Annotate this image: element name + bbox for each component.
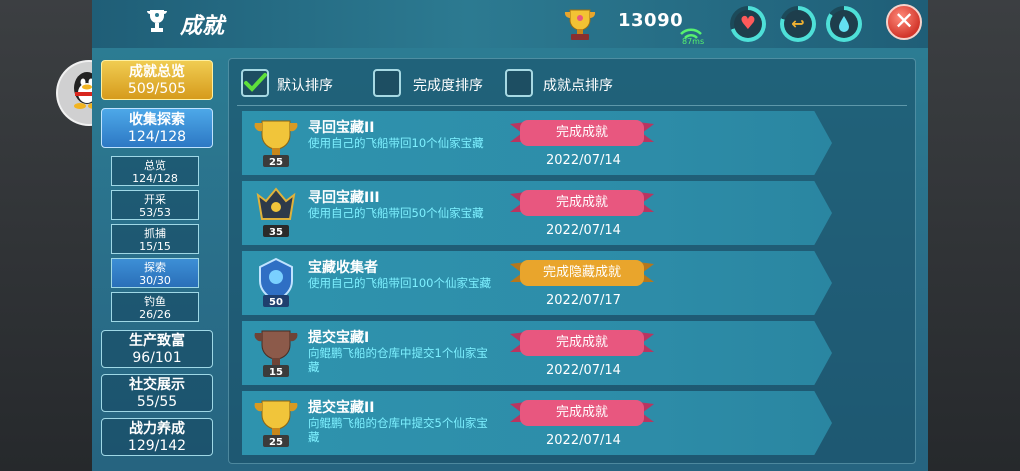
blue-crest-badge-icon: 50: [259, 257, 293, 308]
category-overview-button[interactable]: 成就总览 509/505: [101, 60, 213, 100]
sort-completion-label[interactable]: 完成度排序: [413, 75, 483, 95]
achievement-row[interactable]: 25 提交宝藏II 向鲲鹏飞船的仓库中提交5个仙家宝藏 完成成就 2022/07…: [242, 391, 832, 455]
sub-tab-count: 53/53: [139, 206, 171, 219]
sort-points-label[interactable]: 成就点排序: [543, 75, 613, 95]
health-ring[interactable]: ♥: [730, 6, 766, 42]
water-drop-icon: [830, 10, 858, 38]
status-text: 完成隐藏成就: [542, 265, 621, 280]
sub-tab-label: 开采: [144, 193, 166, 206]
category-power-button[interactable]: 战力养成 129/142: [101, 418, 213, 456]
sub-tab-count: 124/128: [132, 172, 178, 185]
achievement-cup-icon: [564, 9, 596, 40]
category-label: 成就总览: [129, 64, 185, 80]
gold-trophy-icon: 25: [254, 120, 298, 168]
status-banner: 完成成就: [510, 398, 654, 428]
completion-date: 2022/07/14: [546, 153, 621, 168]
category-count: 124/128: [127, 129, 187, 145]
sub-tab-count: 30/30: [139, 274, 171, 287]
sub-tab-fishing[interactable]: 钓鱼 26/26: [111, 292, 199, 322]
check-icon: [244, 73, 267, 92]
achievement-panel: 默认排序 完成度排序 成就点排序 25 寻回宝藏II 使用自己的飞船带回10个仙…: [228, 58, 916, 464]
status-text: 完成成就: [555, 335, 608, 350]
ping-value: 87ms: [682, 37, 705, 46]
status-text: 完成成就: [555, 195, 608, 210]
sub-tab-label: 探索: [144, 261, 166, 274]
achievement-desc: 使用自己的飞船带回10个仙家宝藏: [308, 136, 484, 150]
achievement-name: 提交宝藏II: [308, 400, 375, 416]
game-screen: 成就 13090 87ms ♥ ↩ ✕ 成就总览 509/505 收集探索 12…: [92, 0, 928, 471]
category-label: 社交展示: [129, 377, 185, 393]
divider: [237, 105, 907, 106]
sub-tab-mining[interactable]: 开采 53/53: [111, 190, 199, 220]
achievement-desc: 向鲲鹏飞船的仓库中提交5个仙家宝藏: [308, 416, 488, 444]
completion-date: 2022/07/14: [546, 363, 621, 378]
achievement-name: 寻回宝藏II: [308, 120, 375, 136]
dark-crown-badge-icon: 35: [256, 187, 296, 238]
sort-default-checkbox[interactable]: [241, 69, 269, 97]
achievement-desc: 向鲲鹏飞船的仓库中提交1个仙家宝藏: [308, 346, 488, 374]
category-count: 129/142: [127, 438, 187, 454]
sub-tab-label: 总览: [144, 159, 166, 172]
sort-points-checkbox[interactable]: [505, 69, 533, 97]
badge-level: 15: [269, 367, 283, 378]
trophy-icon: [147, 10, 167, 32]
status-banner: 完成成就: [510, 328, 654, 358]
achievement-points: 13090: [618, 10, 684, 31]
badge-level: 50: [269, 297, 283, 308]
heart-icon: ♥: [734, 10, 762, 38]
achievement-row[interactable]: 50 宝藏收集者 使用自己的飞船带回100个仙家宝藏 完成隐藏成就 2022/0…: [242, 251, 832, 315]
sub-tab-label: 钓鱼: [144, 295, 166, 308]
completion-date: 2022/07/17: [546, 293, 621, 308]
badge-level: 25: [269, 437, 283, 448]
status-banner-hidden: 完成隐藏成就: [510, 258, 654, 288]
sub-tab-count: 15/15: [139, 240, 171, 253]
status-banner: 完成成就: [510, 188, 654, 218]
sub-tab-overview[interactable]: 总览 124/128: [111, 156, 199, 186]
achievement-name: 提交宝藏I: [308, 330, 370, 346]
category-count: 55/55: [136, 394, 178, 410]
category-count: 96/101: [132, 350, 182, 366]
achievement-row[interactable]: 25 寻回宝藏II 使用自己的飞船带回10个仙家宝藏 完成成就 2022/07/…: [242, 111, 832, 175]
status-banner: 完成成就: [510, 118, 654, 148]
achievement-desc: 使用自己的飞船带回100个仙家宝藏: [308, 276, 491, 290]
category-label: 生产致富: [129, 333, 185, 349]
sub-tab-count: 26/26: [139, 308, 171, 321]
sub-tab-label: 抓捕: [144, 227, 166, 240]
completion-date: 2022/07/14: [546, 223, 621, 238]
category-count: 509/505: [127, 81, 187, 97]
water-ring[interactable]: [826, 6, 862, 42]
achievement-row[interactable]: 15 提交宝藏I 向鲲鹏飞船的仓库中提交1个仙家宝藏 完成成就 2022/07/…: [242, 321, 832, 385]
gold-trophy-icon: 25: [254, 400, 298, 448]
category-collect-button[interactable]: 收集探索 124/128: [101, 108, 213, 148]
stamina-ring[interactable]: ↩: [780, 6, 816, 42]
close-button[interactable]: ✕: [886, 4, 922, 40]
sort-default-label[interactable]: 默认排序: [277, 75, 333, 95]
completion-date: 2022/07/14: [546, 433, 621, 448]
achievement-name: 宝藏收集者: [308, 260, 378, 276]
right-frame: [928, 0, 1020, 471]
status-text: 完成成就: [555, 125, 608, 140]
sub-tab-capture[interactable]: 抓捕 15/15: [111, 224, 199, 254]
page-title: 成就: [180, 14, 225, 39]
close-icon: ✕: [893, 7, 915, 35]
bronze-trophy-icon: 15: [254, 330, 298, 378]
badge-level: 35: [269, 227, 283, 238]
header-bar: 成就 13090 87ms ♥ ↩ ✕: [92, 0, 928, 48]
category-production-button[interactable]: 生产致富 96/101: [101, 330, 213, 368]
sub-tab-explore[interactable]: 探索 30/30: [111, 258, 199, 288]
achievement-name: 寻回宝藏III: [308, 190, 380, 206]
arrow-return-icon: ↩: [784, 10, 812, 38]
status-text: 完成成就: [555, 405, 608, 420]
category-social-button[interactable]: 社交展示 55/55: [101, 374, 213, 412]
achievement-row[interactable]: 35 寻回宝藏III 使用自己的飞船带回50个仙家宝藏 完成成就 2022/07…: [242, 181, 832, 245]
sort-completion-checkbox[interactable]: [373, 69, 401, 97]
category-label: 战力养成: [129, 421, 185, 437]
badge-level: 25: [269, 157, 283, 168]
category-label: 收集探索: [129, 112, 185, 128]
achievement-desc: 使用自己的飞船带回50个仙家宝藏: [308, 206, 484, 220]
